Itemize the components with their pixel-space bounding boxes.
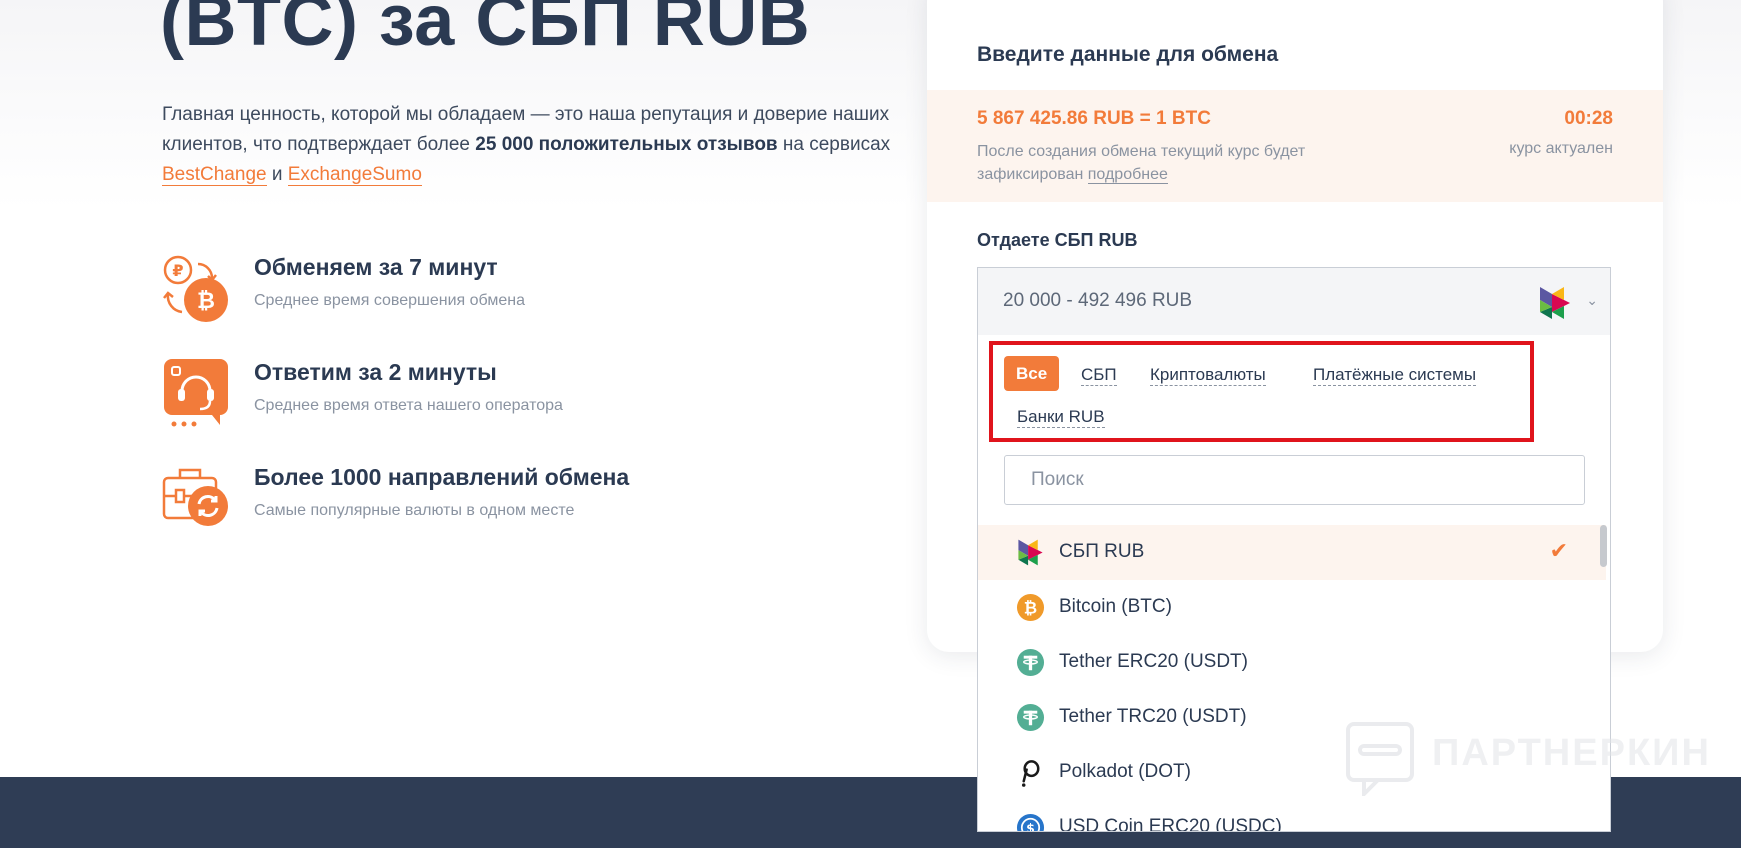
watermark: ПАРТНЕРКИН — [1346, 722, 1709, 796]
feature-title: Более 1000 направлений обмена — [254, 464, 630, 490]
feature-subtitle: Среднее время ответа нашего оператора — [254, 397, 563, 414]
svg-text:₿: ₿ — [1024, 598, 1037, 617]
list-item-usdc[interactable]: $ USD Coin ERC20 (USDC) — [978, 800, 1606, 832]
tab-banks-rub[interactable]: Банки RUB — [1017, 407, 1105, 428]
feature-title: Обменяем за 7 минут — [254, 254, 498, 280]
exchangesumo-link[interactable]: ExchangeSumo — [287, 164, 422, 186]
svg-text:₽: ₽ — [172, 261, 183, 280]
more-info-link[interactable]: подробнее — [1087, 166, 1168, 184]
ruble-bitcoin-exchange-icon: ₽ ₿ — [163, 255, 228, 322]
page-title: (BTC) за СБП RUB — [160, 0, 811, 61]
sbp-icon — [1540, 287, 1570, 319]
support-headset-icon — [164, 359, 228, 427]
tab-sbp[interactable]: СБП — [1081, 365, 1117, 386]
bitcoin-icon: ₿ — [1016, 593, 1045, 622]
list-item-tether-erc20[interactable]: Tether ERC20 (USDT) — [978, 635, 1606, 690]
form-title: Введите данные для обмена — [977, 43, 1279, 66]
svg-text:$: $ — [1026, 820, 1035, 832]
exchange-rate: 5 867 425.86 RUB = 1 BTC — [977, 108, 1211, 129]
rate-timer: 00:28 — [1564, 108, 1613, 129]
watermark-logo-icon — [1346, 722, 1414, 796]
tab-payment-systems[interactable]: Платёжные системы — [1313, 365, 1477, 386]
give-currency-label: Отдаете СБП RUB — [977, 230, 1138, 250]
tether-icon — [1016, 648, 1045, 677]
usdc-icon: $ — [1016, 813, 1045, 832]
feature-exchange-time: ₽ ₿ Обменяем за 7 минут Среднее время со… — [162, 254, 802, 334]
tab-crypto[interactable]: Криптовалюты — [1150, 365, 1266, 386]
hero-desc-and: и — [266, 164, 288, 185]
tether-icon — [1016, 703, 1045, 732]
list-item-bitcoin[interactable]: ₿ Bitcoin (BTC) — [978, 580, 1606, 635]
currency-name: USD Coin ERC20 (USDC) — [1059, 816, 1282, 832]
currency-name: Bitcoin (BTC) — [1059, 596, 1172, 617]
currency-search-input[interactable] — [1004, 455, 1585, 505]
rate-note: После создания обмена текущий курс будет… — [977, 140, 1397, 186]
chevron-down-icon: ⌄ — [1586, 292, 1598, 308]
currency-name: Tether TRC20 (USDT) — [1059, 706, 1247, 727]
feature-support-time: Ответим за 2 минуты Среднее время ответа… — [162, 359, 802, 439]
feature-title: Ответим за 2 минуты — [254, 359, 497, 385]
briefcase-refresh-icon — [162, 468, 228, 526]
hero-desc-bold: 25 000 положительных отзывов — [475, 134, 778, 155]
svg-text:₿: ₿ — [197, 289, 215, 314]
currency-name: СБП RUB — [1059, 541, 1145, 562]
currency-name: Tether ERC20 (USDT) — [1059, 651, 1248, 672]
give-currency-select[interactable]: 20 000 - 492 496 RUB ⌄ — [977, 267, 1611, 336]
sbp-icon — [1018, 539, 1043, 566]
dropdown-scrollbar[interactable] — [1600, 525, 1607, 567]
watermark-text: ПАРТНЕРКИН — [1432, 732, 1711, 774]
feature-subtitle: Среднее время совершения обмена — [254, 292, 525, 309]
hero-desc-text-2: на сервисах — [777, 134, 891, 155]
give-amount-range: 20 000 - 492 496 RUB — [1003, 290, 1193, 311]
feature-directions: Более 1000 направлений обмена Самые попу… — [162, 464, 802, 544]
tab-all[interactable]: Все — [1004, 356, 1060, 391]
currency-name: Polkadot (DOT) — [1059, 761, 1191, 782]
check-icon: ✔ — [1549, 538, 1568, 563]
bestchange-link[interactable]: BestChange — [162, 164, 267, 186]
feature-subtitle: Самые популярные валюты в одном месте — [254, 502, 575, 519]
hero-description: Главная ценность, которой мы обладаем — … — [162, 100, 902, 190]
rate-actual-label: курс актуален — [1509, 140, 1613, 157]
list-item-sbp-rub[interactable]: СБП RUB ✔ — [978, 525, 1606, 580]
polkadot-icon — [1021, 760, 1040, 787]
rate-info: 5 867 425.86 RUB = 1 BTC 00:28 После соз… — [927, 90, 1663, 202]
